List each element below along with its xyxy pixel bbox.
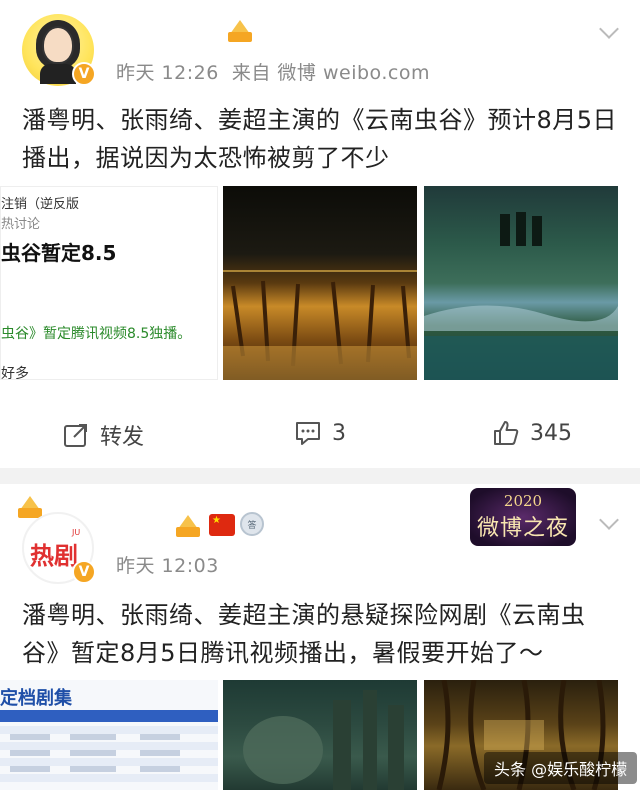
- chevron-down-icon[interactable]: [600, 22, 620, 42]
- screenshot-line-3: 虫谷暂定8.5: [1, 241, 117, 265]
- comment-icon: [296, 422, 320, 445]
- cave-still-art: [223, 270, 417, 380]
- verified-v-icon: V: [72, 62, 96, 86]
- post-meta-2: 昨天 12:03: [116, 551, 219, 578]
- post-image-schedule[interactable]: 定档剧集: [0, 680, 218, 790]
- screenshot-line-2: 热讨论: [1, 217, 41, 232]
- crown-badge-icon: [228, 20, 252, 42]
- post-image-screenshot[interactable]: 注销（逆反版 热讨论 虫谷暂定8.5 虫谷》暂定腾讯视频8.5独播。 好多: [0, 186, 218, 380]
- schedule-table-art: [0, 710, 218, 782]
- post-text-2: 潘粤明、张雨绮、姜超主演的悬疑探险网剧《云南虫谷》暂定8月5日腾讯视频播出，暑假…: [22, 601, 586, 667]
- screenshot-line-5: 好多: [1, 366, 29, 380]
- night-badge-name: 微博之夜: [476, 516, 569, 541]
- like-button[interactable]: 345: [492, 419, 572, 447]
- post-text: 潘粤明、张雨绮、姜超主演的《云南虫谷》预计8月5日播出，据说因为太恐怖被剪了不少: [22, 106, 618, 172]
- post-meta: 昨天 12:26 来自 微博 weibo.com: [116, 58, 430, 85]
- screenshot-line-1: 注销（逆反版: [1, 197, 80, 212]
- repost-label: 转发: [100, 425, 145, 450]
- post-image-forest[interactable]: [424, 186, 618, 380]
- like-count: 345: [530, 420, 572, 446]
- comment-button[interactable]: 3: [294, 419, 346, 447]
- weibo-post-1: V 昨天 12:26 来自 微博 weibo.com 潘粤明、张雨绮、姜超主演的…: [0, 0, 640, 468]
- night-badge-year: 2020: [503, 492, 543, 510]
- weibo-night-badge[interactable]: 2020 微博之夜: [470, 488, 576, 546]
- ruins-still-art: [243, 690, 404, 790]
- thumbs-up-icon: [494, 421, 519, 445]
- schedule-title: 定档剧集: [0, 688, 72, 709]
- forest-still-art: [424, 212, 618, 380]
- post-image-ruins[interactable]: [223, 680, 417, 790]
- avatar-body: [40, 64, 76, 84]
- post-timestamp-2: 昨天 12:03: [116, 555, 219, 577]
- avatar-crown-icon: [18, 496, 42, 518]
- chevron-down-icon-2[interactable]: [600, 513, 620, 533]
- screenshot-line-4: 虫谷》暂定腾讯视频8.5独播。: [1, 326, 192, 342]
- verified-v-icon-2: V: [72, 560, 96, 584]
- china-flag-icon: ★: [209, 514, 235, 536]
- crown-badge-icon-2: [176, 515, 200, 537]
- avatar-face: [42, 26, 74, 64]
- post-image-cave[interactable]: [223, 186, 417, 380]
- avatar-text: 热剧: [30, 542, 78, 570]
- comment-count: 3: [332, 420, 346, 446]
- post-timestamp: 昨天 12:26: [116, 62, 219, 84]
- post-action-bar: 转发 3 345: [0, 405, 640, 465]
- repost-button[interactable]: 转发: [62, 419, 144, 451]
- repost-icon: [64, 424, 87, 447]
- post-source: 来自 微博 weibo.com: [231, 62, 430, 84]
- medal-badge-icon: 答: [240, 512, 264, 536]
- post-divider: [0, 468, 640, 484]
- toutiao-watermark: 头条 @娱乐酸柠檬: [484, 752, 638, 784]
